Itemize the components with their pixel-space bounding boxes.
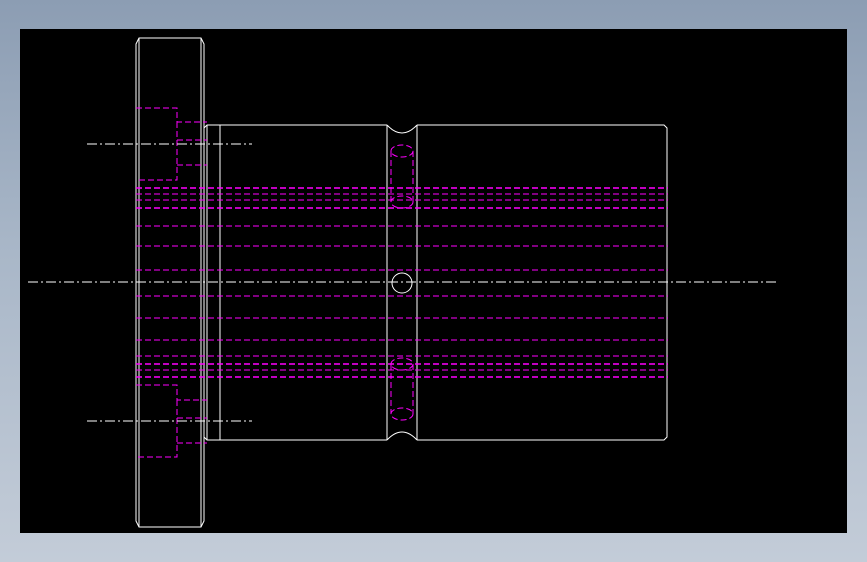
groove-hole-4	[390, 407, 414, 421]
centerlines	[28, 143, 778, 422]
technical-drawing	[28, 37, 778, 528]
groove-top	[386, 124, 418, 134]
groove-bottom	[386, 431, 418, 441]
cross-hole	[391, 272, 413, 294]
groove-hole-1	[390, 144, 414, 158]
cad-viewport[interactable]	[20, 29, 847, 533]
groove-hole-2	[390, 195, 414, 209]
